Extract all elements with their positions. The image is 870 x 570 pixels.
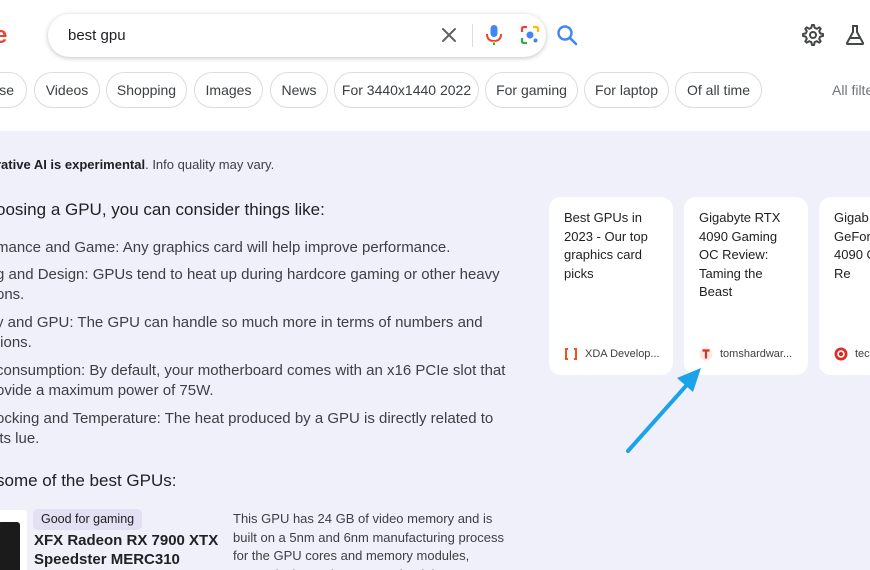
annotation-arrow-shaft (626, 376, 695, 453)
annotation-arrow-head (677, 368, 701, 392)
annotation-arrow (626, 368, 701, 453)
